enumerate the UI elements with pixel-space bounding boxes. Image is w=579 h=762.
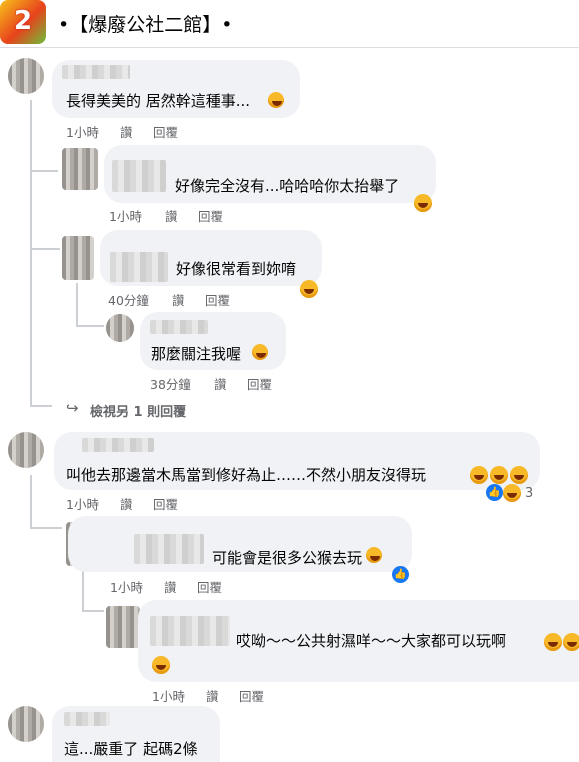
like-reaction-icon[interactable]: 👍	[486, 484, 503, 501]
comment-text: 這...嚴重了 起碼2條	[64, 740, 198, 758]
commenter-name[interactable]	[82, 438, 154, 452]
reply-button[interactable]: 回覆	[153, 122, 178, 141]
emoji-icon	[252, 344, 268, 360]
comment-text: 哎呦～～公共射濕咩～～大家都可以玩啊	[236, 632, 507, 650]
comment-text: 可能會是很多公猴去玩	[212, 549, 363, 567]
comment-time[interactable]: 40分鐘	[108, 290, 149, 309]
commenter-name[interactable]	[64, 712, 110, 726]
comment-time[interactable]: 38分鐘	[150, 374, 191, 393]
avatar[interactable]	[106, 606, 140, 648]
view-more-replies[interactable]: 檢視另 1 則回覆	[90, 401, 186, 420]
commenter-name[interactable]	[62, 65, 130, 79]
comment-time[interactable]: 1小時	[66, 122, 99, 141]
reply-button[interactable]: 回覆	[198, 206, 223, 225]
thread-line	[30, 100, 32, 405]
reply-button[interactable]: 回覆	[247, 374, 272, 393]
emoji-icon	[490, 466, 508, 484]
avatar[interactable]	[8, 432, 44, 468]
thread-connector	[30, 405, 52, 407]
reply-arrow-icon: ↪	[66, 399, 79, 417]
commenter-name[interactable]	[134, 534, 204, 564]
reply-button[interactable]: 回覆	[197, 577, 222, 596]
comment-text: 好像很常看到妳唷	[176, 260, 297, 278]
thread-line	[76, 283, 78, 325]
emoji-icon	[268, 92, 284, 108]
group-title[interactable]: •【爆廢公社二館】•	[58, 10, 232, 37]
thread-connector	[30, 170, 58, 172]
avatar[interactable]	[62, 148, 98, 190]
commenter-name[interactable]	[110, 252, 168, 282]
thread-connector	[76, 325, 104, 327]
thread-connector	[82, 610, 104, 612]
emoji-icon	[300, 280, 318, 298]
reply-button[interactable]: 回覆	[239, 686, 264, 705]
avatar[interactable]	[8, 58, 44, 94]
emoji-icon	[366, 547, 382, 563]
avatar[interactable]	[106, 314, 134, 342]
like-button[interactable]: 讚	[120, 494, 133, 513]
avatar[interactable]	[8, 706, 44, 742]
logo-text: 2	[14, 6, 33, 36]
reply-button[interactable]: 回覆	[205, 290, 230, 309]
like-button[interactable]: 讚	[164, 577, 177, 596]
commenter-name[interactable]	[150, 320, 208, 334]
emoji-icon	[414, 194, 432, 212]
emoji-icon	[510, 466, 528, 484]
reaction-count[interactable]: 3	[525, 486, 533, 501]
like-button[interactable]: 讚	[214, 374, 227, 393]
like-button[interactable]: 讚	[172, 290, 185, 309]
thread-connector	[30, 248, 60, 250]
comment-text: 那麼關注我喔	[151, 345, 242, 363]
thread-connector	[30, 527, 62, 529]
commenter-name[interactable]	[112, 160, 166, 192]
emoji-icon	[563, 633, 579, 651]
header-divider	[0, 47, 579, 48]
emoji-icon	[470, 466, 488, 484]
like-button[interactable]: 讚	[206, 686, 219, 705]
like-reaction-icon[interactable]: 👍	[392, 566, 409, 583]
avatar[interactable]	[62, 236, 94, 280]
comment-text: 好像完全沒有...哈哈哈你太抬舉了	[175, 177, 400, 195]
commenter-name[interactable]	[150, 616, 230, 646]
comment-text: 長得美美的 居然幹這種事...	[66, 92, 251, 110]
comment-time[interactable]: 1小時	[110, 577, 143, 596]
emoji-icon	[544, 633, 562, 651]
like-button[interactable]: 讚	[165, 206, 178, 225]
like-button[interactable]: 讚	[120, 122, 133, 141]
comment-time[interactable]: 1小時	[109, 206, 142, 225]
thread-line	[30, 475, 32, 527]
emoji-icon	[152, 656, 170, 674]
comment-time[interactable]: 1小時	[152, 686, 185, 705]
comment-text: 叫他去那邊當木馬當到修好為止……不然小朋友沒得玩	[66, 466, 427, 484]
comment-time[interactable]: 1小時	[66, 494, 99, 513]
haha-reaction-icon[interactable]	[503, 484, 521, 502]
group-logo[interactable]: 2	[0, 0, 46, 44]
reply-button[interactable]: 回覆	[153, 494, 178, 513]
